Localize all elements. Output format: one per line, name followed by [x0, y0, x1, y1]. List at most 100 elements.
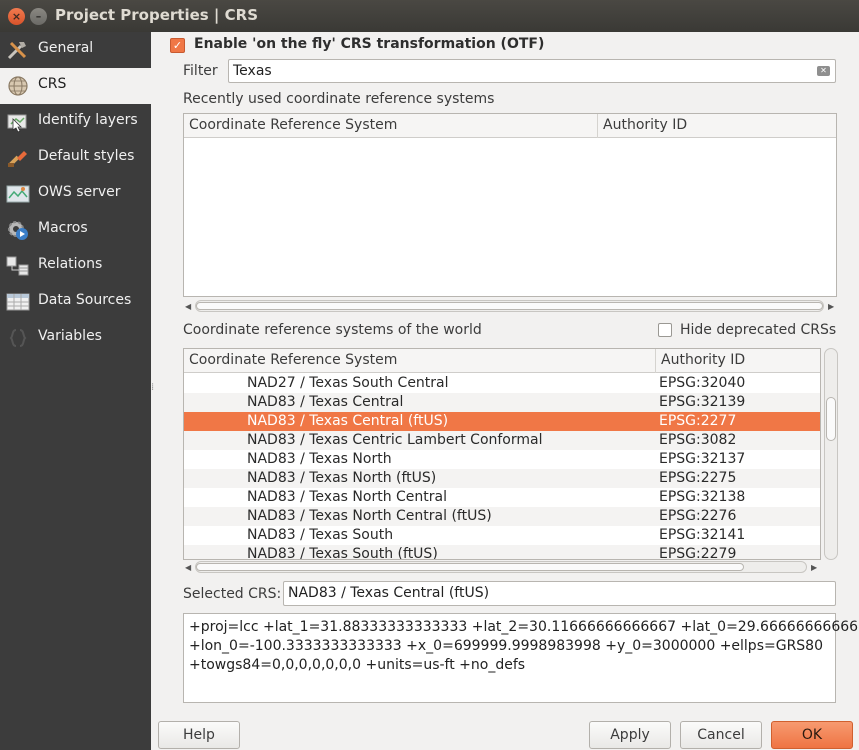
selected-crs-label: Selected CRS:: [183, 586, 282, 602]
scrollbar-thumb[interactable]: [196, 302, 823, 310]
column-header-authority[interactable]: Authority ID: [661, 352, 745, 368]
crs-name: NAD27 / Texas South Central: [247, 375, 449, 391]
world-horizontal-scrollbar[interactable]: [195, 561, 807, 573]
clear-filter-icon[interactable]: ✕: [817, 66, 830, 76]
selected-crs-field[interactable]: NAD83 / Texas Central (ftUS): [283, 581, 836, 606]
world-crs-table[interactable]: Coordinate Reference System Authority ID…: [183, 348, 821, 560]
recent-horizontal-scrollbar[interactable]: [195, 300, 824, 312]
filter-label: Filter: [183, 63, 218, 79]
crs-authority: EPSG:32141: [659, 527, 746, 543]
crs-name: NAD83 / Texas North Central: [247, 489, 447, 505]
crs-authority: EPSG:2277: [659, 413, 737, 429]
column-header-crs[interactable]: Coordinate Reference System: [189, 352, 397, 368]
tools-icon: [7, 41, 27, 60]
sidebar-item-label: Data Sources: [38, 292, 132, 308]
scrollbar-thumb[interactable]: [826, 397, 836, 441]
window-minimize-button[interactable]: –: [30, 8, 47, 25]
help-button[interactable]: Help: [158, 721, 240, 749]
proj-definition-text[interactable]: +proj=lcc +lat_1=31.88333333333333 +lat_…: [183, 613, 859, 703]
sidebar-item-default-styles[interactable]: Default styles: [0, 140, 151, 176]
crs-row[interactable]: NAD83 / Texas North Central (ftUS) EPSG:…: [184, 507, 820, 526]
crs-name: NAD83 / Texas North: [247, 451, 392, 467]
filter-input[interactable]: Texas: [228, 59, 836, 83]
window-titlebar: × – Project Properties | CRS: [0, 0, 859, 32]
world-crs-header: Coordinate Reference System Authority ID: [184, 349, 820, 373]
crs-row[interactable]: NAD83 / Texas North (ftUS) EPSG:2275: [184, 469, 820, 488]
recent-crs-label: Recently used coordinate reference syste…: [183, 91, 495, 107]
sidebar-item-label: Variables: [38, 328, 102, 344]
identify-icon: [7, 114, 27, 133]
sidebar-item-label: General: [38, 40, 94, 56]
crs-authority: EPSG:32137: [659, 451, 746, 467]
column-header-authority[interactable]: Authority ID: [603, 117, 687, 133]
sidebar-item-macros[interactable]: Macros: [0, 212, 151, 248]
sidebar-item-relations[interactable]: Relations: [0, 248, 151, 284]
crs-authority: EPSG:32040: [659, 375, 746, 391]
globe-icon: [8, 76, 28, 96]
splitter-handle[interactable]: ⁞: [151, 382, 154, 393]
ok-button[interactable]: OK: [771, 721, 853, 749]
variable-icon: [9, 329, 27, 347]
sidebar-item-label: Relations: [38, 256, 103, 272]
crs-row[interactable]: NAD83 / Texas Centric Lambert Conformal …: [184, 431, 820, 450]
crs-row[interactable]: NAD83 / Texas North Central EPSG:32138: [184, 488, 820, 507]
sidebar-item-general[interactable]: General: [0, 32, 151, 68]
column-divider[interactable]: [597, 114, 598, 138]
cancel-button[interactable]: Cancel: [680, 721, 762, 749]
sidebar-item-data-sources[interactable]: Data Sources: [0, 284, 151, 320]
proj-line: +towgs84=0,0,0,0,0,0,0 +units=us-ft +no_…: [189, 657, 526, 673]
sidebar-item-label: Macros: [38, 220, 88, 236]
sidebar-item-crs[interactable]: CRS: [0, 68, 151, 104]
crs-row[interactable]: NAD83 / Texas South (ftUS) EPSG:2279: [184, 545, 820, 560]
sidebar-item-label: Default styles: [38, 148, 135, 164]
sidebar-item-identify-layers[interactable]: Identify layers: [0, 104, 151, 140]
hide-deprecated-checkbox[interactable]: [658, 323, 672, 337]
relations-icon: [6, 256, 29, 276]
crs-name: NAD83 / Texas South (ftUS): [247, 546, 438, 560]
crs-row[interactable]: NAD83 / Texas Central EPSG:32139: [184, 393, 820, 412]
macro-gear-icon: [8, 221, 28, 240]
crs-name: NAD83 / Texas South: [247, 527, 394, 543]
scrollbar-thumb[interactable]: [196, 563, 744, 571]
crs-row[interactable]: NAD83 / Texas South EPSG:32141: [184, 526, 820, 545]
scroll-left-icon[interactable]: ◀: [185, 563, 191, 572]
crs-name: NAD83 / Texas Central (ftUS): [247, 413, 449, 429]
otf-checkbox[interactable]: ✓: [170, 38, 185, 53]
brush-icon: [8, 151, 27, 167]
crs-authority: EPSG:2279: [659, 546, 737, 560]
apply-button[interactable]: Apply: [589, 721, 671, 749]
crs-authority: EPSG:32139: [659, 394, 746, 410]
crs-row-selected[interactable]: NAD83 / Texas Central (ftUS) EPSG:2277: [184, 412, 820, 431]
crs-row[interactable]: NAD27 / Texas South Central EPSG:32040: [184, 374, 820, 393]
crs-name: NAD83 / Texas Central: [247, 394, 404, 410]
scroll-left-icon[interactable]: ◀: [185, 302, 191, 311]
world-vertical-scrollbar[interactable]: [824, 348, 838, 560]
table-icon: [6, 293, 30, 311]
proj-line: +lon_0=-100.3333333333333 +x_0=699999.99…: [189, 638, 823, 654]
map-server-icon: [6, 185, 30, 203]
sidebar-item-label: Identify layers: [38, 112, 138, 128]
crs-authority: EPSG:32138: [659, 489, 746, 505]
sidebar-item-variables[interactable]: Variables: [0, 320, 151, 356]
window-close-button[interactable]: ×: [8, 8, 25, 25]
world-crs-label: Coordinate reference systems of the worl…: [183, 322, 482, 338]
scroll-right-icon[interactable]: ▶: [828, 302, 834, 311]
scroll-right-icon[interactable]: ▶: [811, 563, 817, 572]
window-title: Project Properties | CRS: [55, 6, 258, 24]
crs-authority: EPSG:2275: [659, 470, 737, 486]
sidebar: General CRS Identify layers Default styl…: [0, 32, 151, 750]
hide-deprecated-label: Hide deprecated CRSs: [680, 322, 837, 338]
crs-panel: ✓ Enable 'on the fly' CRS transformation…: [158, 32, 859, 750]
crs-authority: EPSG:3082: [659, 432, 737, 448]
sidebar-item-label: OWS server: [38, 184, 121, 200]
crs-authority: EPSG:2276: [659, 508, 737, 524]
crs-name: NAD83 / Texas North Central (ftUS): [247, 508, 492, 524]
column-divider[interactable]: [655, 349, 656, 373]
sidebar-item-label: CRS: [38, 76, 67, 92]
sidebar-item-ows-server[interactable]: OWS server: [0, 176, 151, 212]
proj-line: +proj=lcc +lat_1=31.88333333333333 +lat_…: [189, 619, 859, 635]
column-header-crs[interactable]: Coordinate Reference System: [189, 117, 397, 133]
recent-crs-header: Coordinate Reference System Authority ID: [184, 114, 836, 138]
crs-row[interactable]: NAD83 / Texas North EPSG:32137: [184, 450, 820, 469]
recent-crs-table[interactable]: Coordinate Reference System Authority ID: [183, 113, 837, 297]
